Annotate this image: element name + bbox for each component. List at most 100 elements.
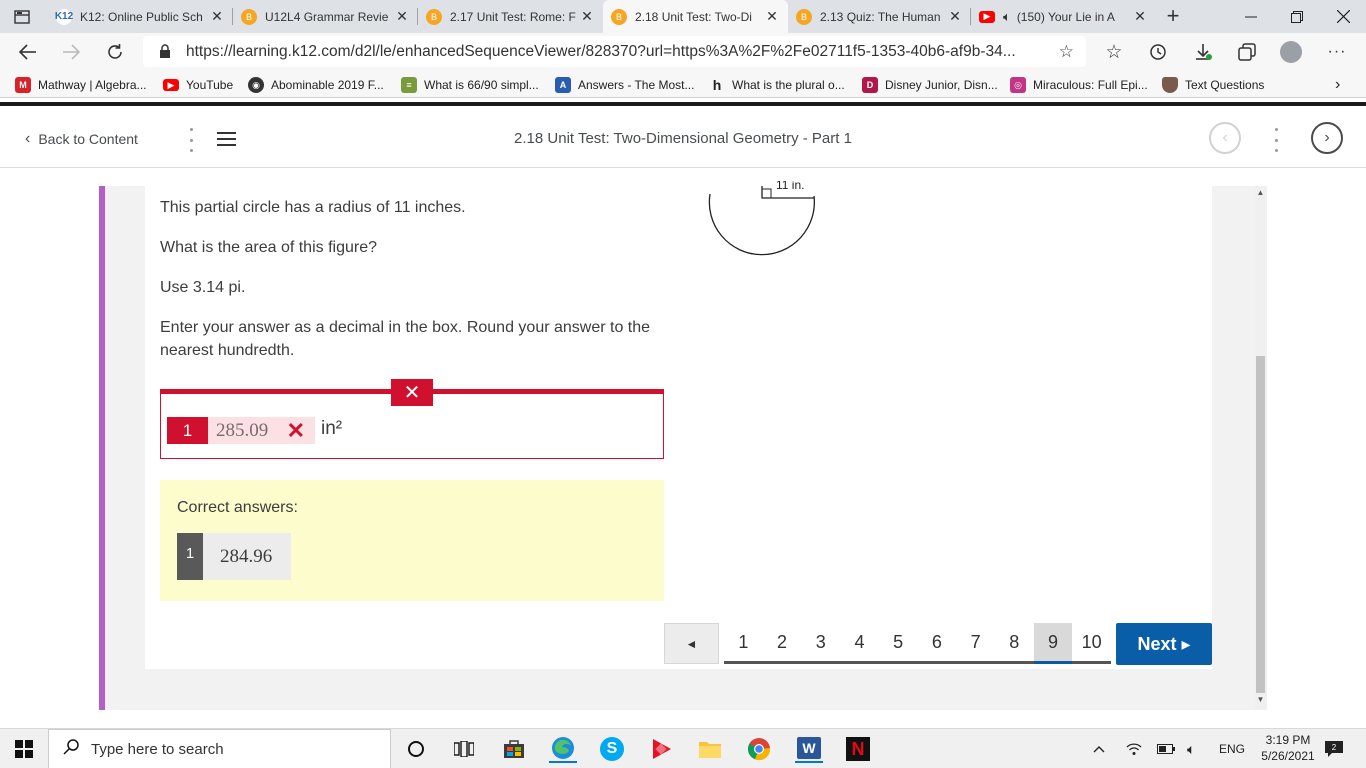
windows-taskbar: Type here to search S W N 🔈︎ ENG 3:19 PM xyxy=(0,728,1366,768)
lock-icon[interactable] xyxy=(159,44,171,64)
windows-start-icon[interactable] xyxy=(0,729,48,768)
tab-rome[interactable]: B 2.17 Unit Test: Rome: F ✕ xyxy=(418,0,603,33)
page-button-9[interactable]: 9 xyxy=(1033,623,1073,664)
answer-number: 1 xyxy=(167,417,208,444)
brainly-icon: B xyxy=(611,8,627,25)
skype-icon[interactable]: S xyxy=(598,735,626,763)
system-clock[interactable]: 3:19 PM 5/26/2021 xyxy=(1253,732,1323,764)
incorrect-mark-icon: ✕ xyxy=(286,418,305,443)
bookmark-text-questions[interactable]: Text Questions xyxy=(1162,76,1264,94)
browser-tab-strip: K12 K12: Online Public Sch ✕ B U12L4 Gra… xyxy=(0,0,1366,33)
netflix-icon[interactable]: N xyxy=(844,735,872,763)
close-tab-icon[interactable]: ✕ xyxy=(1132,8,1148,25)
close-tab-icon[interactable]: ✕ xyxy=(394,8,410,25)
close-tab-icon[interactable]: ✕ xyxy=(579,8,595,25)
question-text-prompt: What is the area of this figure? xyxy=(160,239,377,256)
answer-input[interactable]: 285.09 ✕ xyxy=(208,417,315,444)
tab-active-unit-test[interactable]: B 2.18 Unit Test: Two-Di ✕ xyxy=(603,0,788,33)
task-view-icon[interactable] xyxy=(450,735,478,763)
chrome-icon[interactable] xyxy=(745,735,773,763)
new-tab-button[interactable]: + xyxy=(1160,4,1186,30)
mathway-icon: M xyxy=(15,77,31,93)
figure-radius-label: 11 in. xyxy=(776,181,805,190)
close-tab-icon[interactable]: ✕ xyxy=(209,8,225,25)
volume-icon[interactable]: 🔈︎ xyxy=(1187,729,1195,768)
store-icon[interactable] xyxy=(500,735,528,763)
scroll-down-icon[interactable]: ▼ xyxy=(1254,695,1267,708)
brainly-icon: B xyxy=(426,8,442,25)
correct-answer-number: 1 xyxy=(177,533,203,580)
incorrect-icon: ✕ xyxy=(391,379,433,406)
media-player-icon[interactable] xyxy=(647,735,675,763)
page-button-8[interactable]: 8 xyxy=(994,623,1034,661)
back-arrow-icon[interactable] xyxy=(13,37,43,67)
page-button-10[interactable]: 10 xyxy=(1072,623,1112,661)
speaker-icon[interactable]: 🔈︎ xyxy=(1003,9,1011,25)
more-icon[interactable]: ··· xyxy=(1322,37,1352,67)
h-icon: h xyxy=(712,77,722,93)
bookmark-youtube[interactable]: ▶ YouTube xyxy=(163,76,233,94)
tab-quiz[interactable]: B 2.13 Quiz: The Human ✕ xyxy=(788,0,971,33)
battery-icon[interactable] xyxy=(1157,729,1175,768)
bookmark-mathway[interactable]: M Mathway | Algebra... xyxy=(15,76,147,94)
scroll-up-icon[interactable]: ▲ xyxy=(1254,188,1267,201)
film-reel-icon: ◉ xyxy=(248,77,264,93)
app-header: ‹ Back to Content 2.18 Unit Test: Two-Di… xyxy=(0,102,1366,168)
vertical-scrollbar[interactable]: ▲ ▼ xyxy=(1254,186,1267,710)
bookmark-label: What is 66/90 simpl... xyxy=(424,78,539,92)
more-options-icon[interactable] xyxy=(1273,128,1279,152)
tab-youtube[interactable]: ▶ 🔈︎ (150) Your Lie in A ✕ xyxy=(971,0,1156,33)
page-button-5[interactable]: 5 xyxy=(878,623,918,661)
tab-grammar[interactable]: B U12L4 Grammar Revie ✕ xyxy=(233,0,418,33)
previous-topic-button[interactable]: ‹ xyxy=(1209,122,1241,154)
page-button-3[interactable]: 3 xyxy=(801,623,841,661)
next-button[interactable]: Next ▸ xyxy=(1116,623,1212,665)
show-hidden-icons-icon[interactable] xyxy=(1093,729,1105,768)
downloads-icon[interactable] xyxy=(1188,37,1218,67)
history-icon[interactable] xyxy=(1143,37,1173,67)
minimize-icon[interactable] xyxy=(1228,0,1274,33)
profile-avatar[interactable] xyxy=(1276,37,1306,67)
close-window-icon[interactable] xyxy=(1320,0,1366,33)
address-bar[interactable]: https://learning.k12.com/d2l/le/enhanced… xyxy=(143,36,1086,67)
bookmark-label: YouTube xyxy=(186,78,234,92)
bookmark-simplify[interactable]: ≡ What is 66/90 simpl... xyxy=(401,76,539,94)
page-button-2[interactable]: 2 xyxy=(762,623,802,661)
restore-icon[interactable] xyxy=(1274,0,1320,33)
language-indicator[interactable]: ENG xyxy=(1219,729,1245,768)
tab-k12[interactable]: K12 K12: Online Public Sch ✕ xyxy=(48,0,233,33)
add-favorite-icon[interactable]: ☆ xyxy=(1059,42,1074,62)
refresh-icon[interactable] xyxy=(100,37,130,67)
notifications-icon[interactable]: 2 xyxy=(1324,729,1344,768)
chevron-right-icon[interactable]: › xyxy=(1335,76,1340,94)
close-tab-icon[interactable]: ✕ xyxy=(764,8,780,25)
page-button-1[interactable]: 1 xyxy=(724,623,763,661)
wifi-icon[interactable] xyxy=(1126,729,1142,768)
bookmark-disney[interactable]: D Disney Junior, Disn... xyxy=(862,76,998,94)
page-button-6[interactable]: 6 xyxy=(917,623,957,661)
scrollbar-thumb[interactable] xyxy=(1256,356,1265,693)
previous-question-button[interactable]: ◄ xyxy=(664,623,719,664)
bookmark-miraculous[interactable]: ◎ Miraculous: Full Epi... xyxy=(1010,76,1148,94)
page-button-4[interactable]: 4 xyxy=(840,623,879,661)
youtube-icon: ▶ xyxy=(163,79,179,91)
taskbar-search-input[interactable]: Type here to search xyxy=(48,729,391,768)
word-icon[interactable]: W xyxy=(795,735,823,763)
bookmark-plural[interactable]: h What is the plural o... xyxy=(709,76,845,94)
collections-icon[interactable] xyxy=(1232,37,1262,67)
bookmark-abominable[interactable]: ◉ Abominable 2019 F... xyxy=(248,76,384,94)
forward-arrow-icon[interactable] xyxy=(56,37,86,67)
bookmark-answers[interactable]: A Answers - The Most... xyxy=(555,76,694,94)
tab-actions-icon[interactable] xyxy=(6,4,38,30)
cortana-icon[interactable] xyxy=(402,735,430,763)
page-button-7[interactable]: 7 xyxy=(956,623,995,661)
favorites-bar: M Mathway | Algebra... ▶ YouTube ◉ Abomi… xyxy=(0,71,1366,98)
edge-browser-icon[interactable] xyxy=(549,735,577,763)
browser-toolbar: https://learning.k12.com/d2l/le/enhanced… xyxy=(0,33,1366,71)
file-explorer-icon[interactable] xyxy=(696,735,724,763)
close-tab-icon[interactable]: ✕ xyxy=(947,8,963,25)
clock-date: 5/26/2021 xyxy=(1261,749,1315,763)
favorites-icon[interactable]: ☆ xyxy=(1099,37,1129,67)
page-title: 2.18 Unit Test: Two-Dimensional Geometry… xyxy=(514,130,852,147)
next-topic-button[interactable]: › xyxy=(1311,122,1343,154)
